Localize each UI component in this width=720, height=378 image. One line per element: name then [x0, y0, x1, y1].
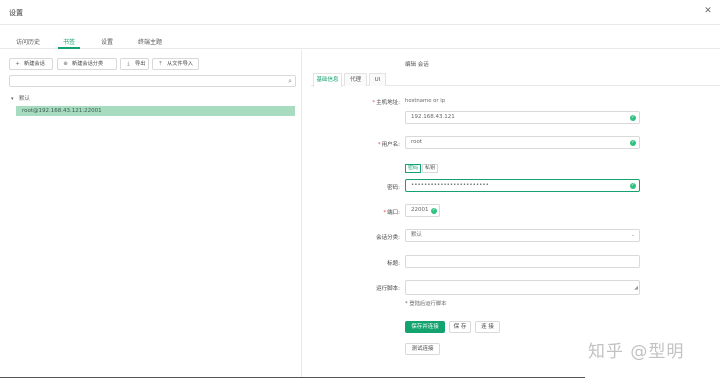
plus-icon: +	[15, 61, 20, 67]
script-hint: * 登陆后运行脚本	[405, 301, 447, 307]
category-select[interactable]: 默认 ⌄	[405, 229, 640, 242]
window-title: 设置	[9, 9, 23, 17]
tree-group-default[interactable]: ▾ 默认	[11, 94, 30, 102]
password-input[interactable]: •••••••••••••••••••••••• ✓	[405, 179, 640, 192]
port-value: 22001	[411, 207, 429, 213]
export-icon: ⤓	[127, 61, 130, 67]
password-value: ••••••••••••••••••••••••	[411, 182, 489, 188]
script-label: 运行脚本:	[376, 286, 400, 292]
category-label: 会话分类:	[376, 235, 400, 241]
edit-sub-tabs: 基础信息 代理 UI	[311, 73, 720, 87]
bookmark-search-input[interactable]: ⌕	[9, 75, 296, 87]
search-icon: ⌕	[288, 77, 292, 85]
panel-title: 编辑 会话	[405, 62, 429, 68]
tab-settings[interactable]: 设置	[101, 37, 113, 46]
connect-button[interactable]: 连 接	[475, 321, 500, 333]
chevron-down-icon: ▾	[11, 96, 14, 102]
tree-item-session[interactable]: root@192.168.43.121:22001	[16, 106, 295, 116]
check-circle-icon: ✓	[630, 115, 636, 121]
new-category-button[interactable]: ⊕ 新建会话分类	[57, 58, 117, 70]
new-session-button[interactable]: + 新建会话	[9, 58, 53, 70]
host-input[interactable]: 192.168.43.121 ✓	[405, 111, 640, 124]
export-label: 导出	[135, 61, 146, 67]
auth-password-option[interactable]: 密码	[405, 164, 421, 173]
watermark-text: 知乎 @型明	[588, 342, 685, 362]
title-label: 标题:	[387, 261, 400, 267]
chevron-down-icon: ⌄	[630, 232, 635, 238]
check-circle-icon: ✓	[630, 140, 636, 146]
window-titlebar: 设置 ✕	[0, 0, 720, 25]
host-label: *主机地址:	[372, 100, 400, 106]
import-label: 从文件导入	[167, 61, 193, 67]
tab-terminal-themes[interactable]: 终端主题	[138, 37, 162, 46]
tree-group-label: 默认	[19, 96, 31, 102]
tab-history[interactable]: 访问历史	[16, 37, 40, 46]
check-circle-icon: ✓	[630, 183, 636, 189]
new-category-label: 新建会话分类	[72, 61, 104, 67]
active-tab-indicator	[58, 47, 80, 49]
tab-bookmarks[interactable]: 书签	[63, 37, 75, 46]
save-button[interactable]: 保 存	[449, 321, 471, 333]
user-value: root	[411, 139, 423, 145]
export-button[interactable]: ⤓ 导出	[120, 58, 149, 70]
auth-key-option[interactable]: 私钥	[422, 164, 438, 173]
panel-divider	[301, 50, 302, 378]
test-connection-button[interactable]: 测试连接	[405, 343, 440, 355]
close-icon[interactable]: ✕	[703, 6, 713, 16]
category-value: 默认	[411, 232, 423, 238]
password-label: 密码:	[387, 185, 400, 191]
title-input[interactable]	[405, 255, 640, 268]
user-label: *用户名:	[377, 142, 400, 148]
script-textarea[interactable]: ◢	[405, 280, 640, 295]
plus-circle-icon: ⊕	[63, 61, 68, 67]
settings-tabs: 访问历史 书签 设置 终端主题	[0, 30, 720, 49]
check-circle-icon: ✓	[431, 208, 437, 214]
port-label: *端口:	[383, 210, 400, 216]
save-and-connect-button[interactable]: 保存并连接	[405, 321, 445, 333]
import-button[interactable]: ⤒ 从文件导入	[152, 58, 199, 70]
import-icon: ⤒	[159, 61, 162, 67]
tab-ui[interactable]: UI	[369, 73, 386, 86]
host-value: 192.168.43.121	[411, 114, 455, 120]
tab-basic-info[interactable]: 基础信息	[313, 73, 342, 87]
user-input[interactable]: root ✓	[405, 136, 640, 149]
host-hint: hostname or ip	[405, 98, 446, 104]
tab-proxy[interactable]: 代理	[344, 73, 367, 86]
resize-handle-icon[interactable]: ◢	[634, 283, 638, 294]
port-input[interactable]: 22001 ✓	[405, 204, 440, 217]
new-session-label: 新建会话	[24, 61, 45, 67]
